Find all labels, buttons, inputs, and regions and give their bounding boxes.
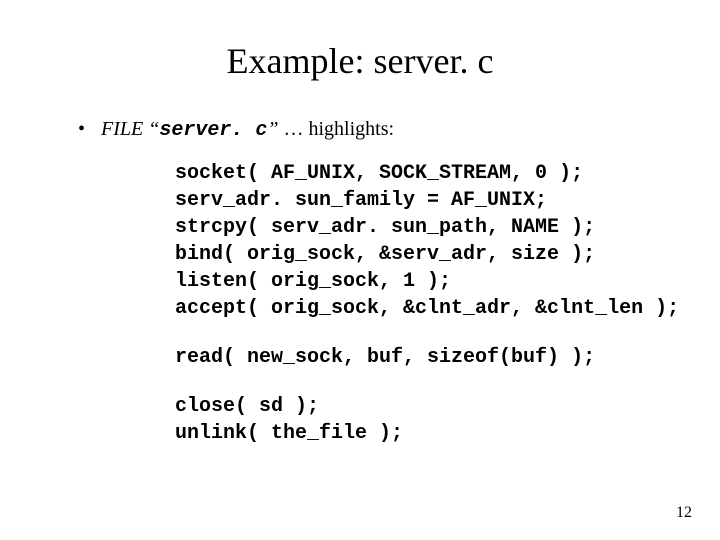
code-block-1: socket( AF_UNIX, SOCK_STREAM, 0 ); serv_… — [175, 160, 670, 322]
code-block-3: close( sd ); unlink( the_file ); — [175, 393, 670, 447]
bullet-line: • FILE “server. c” … highlights: — [78, 118, 670, 142]
close-quote: ” — [267, 118, 278, 140]
filename: server. c — [159, 119, 267, 142]
file-label: FILE — [101, 118, 143, 140]
open-quote: “ — [148, 118, 159, 140]
slide-title: Example: server. c — [50, 40, 670, 82]
slide: Example: server. c • FILE “server. c” … … — [0, 0, 720, 540]
bullet-icon: • — [78, 118, 96, 141]
code-block-2: read( new_sock, buf, sizeof(buf) ); — [175, 344, 670, 371]
page-number: 12 — [676, 504, 692, 522]
bullet-rest: … highlights: — [279, 118, 395, 140]
